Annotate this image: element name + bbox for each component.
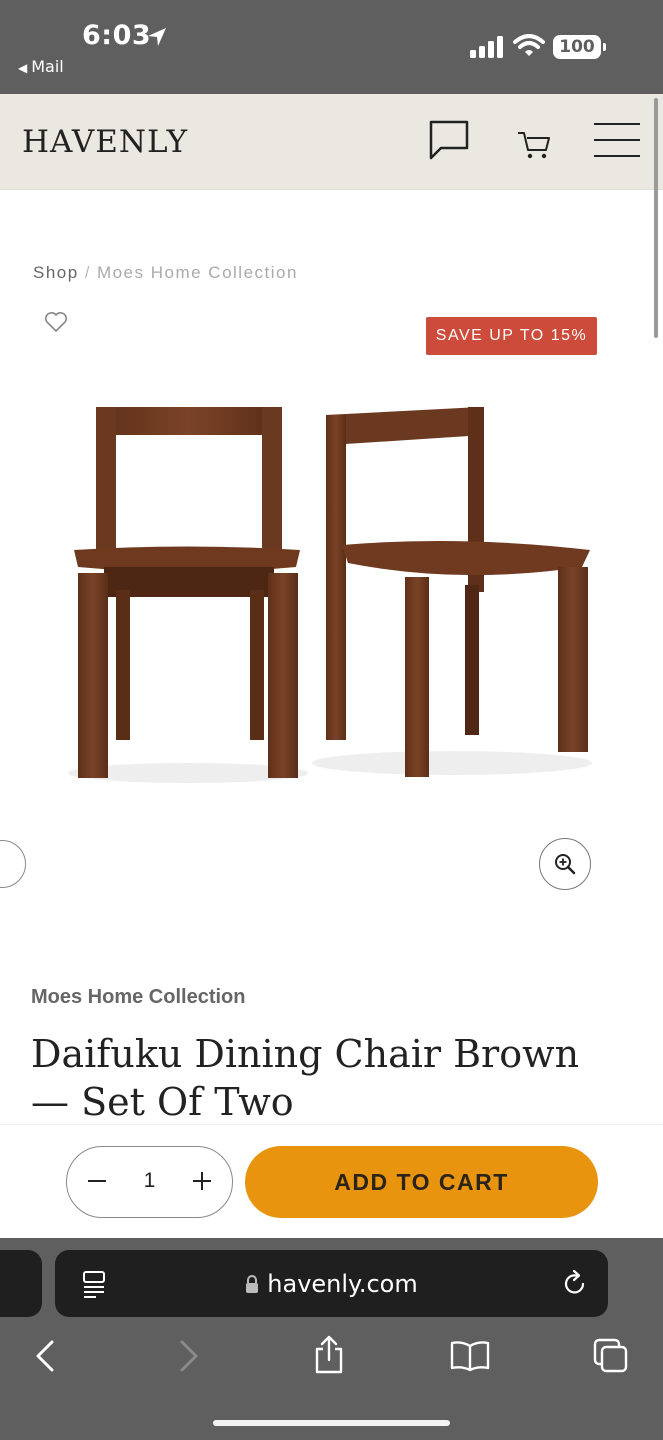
sale-badge: SAVE UP TO 15% — [426, 317, 597, 355]
lock-icon — [246, 1275, 259, 1293]
quantity-stepper: 1 — [66, 1146, 233, 1218]
scrollbar[interactable] — [654, 98, 658, 338]
status-time: 6:03 — [82, 20, 152, 51]
heart-icon[interactable] — [44, 311, 68, 333]
chair-front-view — [74, 407, 300, 778]
back-label: Mail — [31, 57, 64, 76]
wifi-icon — [513, 34, 545, 56]
browser-toolbar: havenly.com — [0, 1238, 663, 1440]
tabs-icon[interactable] — [593, 1338, 629, 1374]
chat-icon[interactable] — [427, 118, 471, 162]
breadcrumb-shop-link[interactable]: Shop — [33, 263, 79, 282]
url-text: havenly.com — [267, 1270, 418, 1298]
plus-icon[interactable] — [192, 1171, 212, 1191]
chair-angled-view — [326, 407, 590, 777]
site-header: HAVENLY — [0, 94, 663, 190]
cellular-signal-icon — [470, 36, 503, 58]
havenly-logo[interactable]: HAVENLY — [22, 124, 188, 160]
home-indicator[interactable] — [213, 1420, 450, 1426]
back-to-mail-link[interactable]: ◀ Mail — [18, 57, 64, 76]
previous-tab-preview[interactable] — [0, 1250, 42, 1317]
zoom-in-icon — [555, 854, 576, 875]
url-display: havenly.com — [55, 1270, 608, 1298]
share-icon[interactable] — [313, 1335, 345, 1375]
add-to-cart-bar: 1 ADD TO CART — [0, 1124, 663, 1238]
breadcrumb: Shop / Moes Home Collection — [33, 263, 298, 283]
breadcrumb-separator: / — [84, 263, 91, 282]
hamburger-menu-icon[interactable] — [594, 122, 640, 158]
add-to-cart-button[interactable]: ADD TO CART — [245, 1146, 598, 1218]
status-bar: 6:03 ◀ Mail 100 — [0, 0, 663, 94]
breadcrumb-collection-link[interactable]: Moes Home Collection — [97, 263, 298, 282]
product-brand[interactable]: Moes Home Collection — [31, 986, 245, 1009]
reload-icon[interactable] — [562, 1269, 588, 1297]
back-arrow-icon[interactable] — [34, 1338, 56, 1374]
forward-arrow-icon[interactable] — [178, 1338, 200, 1374]
battery-indicator: 100 — [553, 35, 606, 59]
bookmarks-icon[interactable] — [450, 1340, 490, 1372]
product-title: Daifuku Dining Chair Brown — Set Of Two — [31, 1032, 580, 1124]
address-bar[interactable]: havenly.com — [55, 1250, 608, 1317]
location-arrow-icon — [148, 28, 166, 46]
cart-icon[interactable] — [516, 130, 552, 160]
back-triangle-icon: ◀ — [18, 61, 28, 75]
product-image[interactable] — [60, 395, 605, 795]
zoom-button[interactable] — [539, 838, 591, 890]
previous-image-button[interactable] — [0, 840, 26, 888]
